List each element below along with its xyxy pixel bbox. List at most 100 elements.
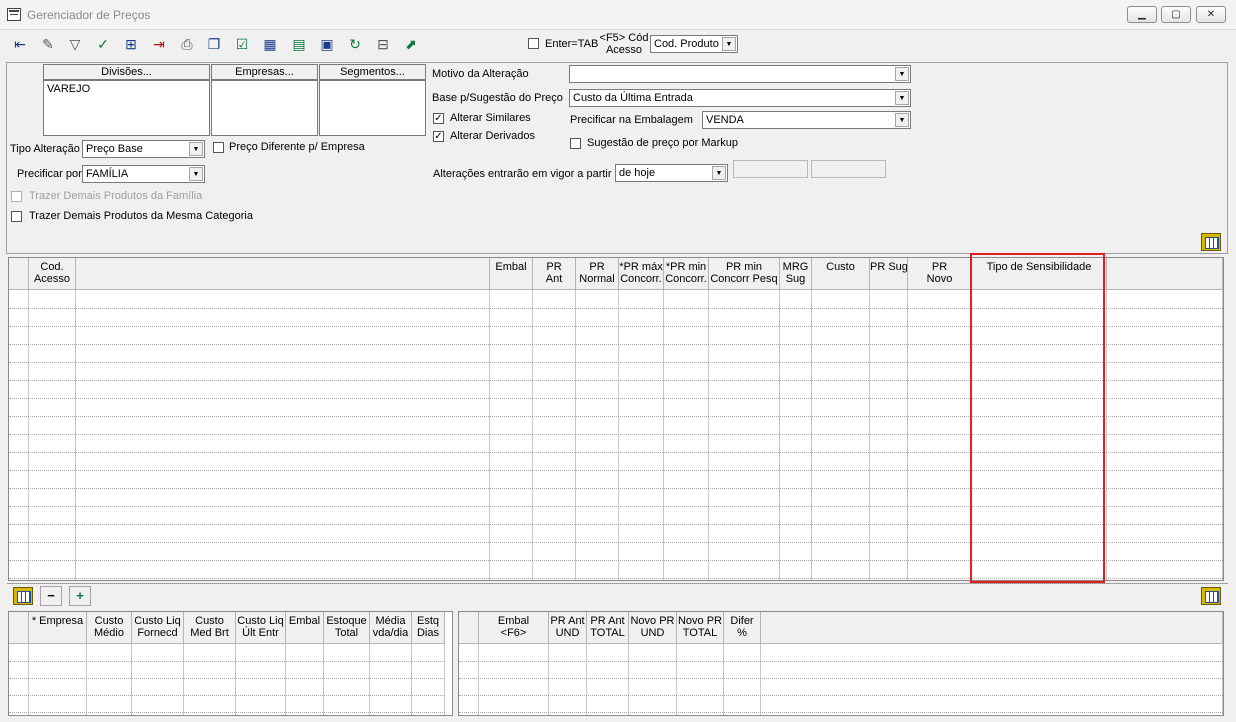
table-row[interactable] <box>9 712 445 713</box>
column-header[interactable]: PR Sug <box>870 258 908 290</box>
table-row[interactable] <box>459 695 1223 696</box>
column-header[interactable]: Média vda/dia <box>370 612 412 644</box>
column-header[interactable]: Novo PR TOTAL <box>677 612 724 644</box>
column-header[interactable]: PR Ant UND <box>549 612 587 644</box>
chevron-down-icon[interactable]: ▼ <box>895 113 909 127</box>
close-button[interactable]: ✕ <box>1196 6 1226 23</box>
spreadsheet-icon[interactable]: ▤ <box>287 32 311 56</box>
remove-row-button[interactable]: − <box>40 586 62 606</box>
maximize-button[interactable]: ▢ <box>1161 6 1191 23</box>
embalagem-price-grid[interactable]: Embal <F6> PR Ant UND PR Ant TOTAL Novo PR UND N… <box>458 611 1224 716</box>
column-header[interactable]: *PR min Concorr. <box>664 258 709 290</box>
column-header[interactable]: PR Novo <box>908 258 972 290</box>
checklist-icon[interactable]: ☑ <box>230 32 254 56</box>
alterar-derivados-checkbox[interactable]: ✓ <box>433 131 444 142</box>
alterar-similares-checkbox[interactable]: ✓ <box>433 113 444 124</box>
enter-tab-label: Enter=TAB <box>545 38 599 50</box>
eraser-icon[interactable]: ✎ <box>36 32 60 56</box>
grid-config-icon[interactable] <box>13 587 33 605</box>
chevron-down-icon[interactable]: ▼ <box>895 67 909 81</box>
print-icon[interactable]: ⎙ <box>175 32 199 56</box>
precificar-embalagem-select[interactable]: VENDA ▼ <box>702 111 911 129</box>
chevron-down-icon[interactable]: ▼ <box>722 37 736 51</box>
column-header[interactable]: Custo Liq Últ Entr <box>236 612 286 644</box>
minimize-button[interactable]: ▁ <box>1127 6 1157 23</box>
grid-config-icon[interactable] <box>1201 233 1221 251</box>
base-sugestao-select[interactable]: Custo da Última Entrada ▼ <box>569 89 911 107</box>
title-bar <box>0 0 1236 30</box>
export-item-icon[interactable]: ⇥ <box>147 32 171 56</box>
column-header[interactable]: * Empresa <box>29 612 87 644</box>
column-header[interactable]: Custo Liq Fornecd <box>132 612 184 644</box>
save-icon[interactable]: ▣ <box>315 32 339 56</box>
empresas-cost-grid[interactable]: * Empresa Custo Médio Custo Liq Fornecd Custo… <box>8 611 453 716</box>
column-header[interactable]: Embal <F6> <box>479 612 549 644</box>
column-header[interactable]: Custo <box>812 258 870 290</box>
cod-acesso-select[interactable]: Cod. Produto ▼ <box>650 35 738 53</box>
column-header[interactable]: MRG Sug <box>780 258 812 290</box>
table-row[interactable] <box>9 695 445 696</box>
table-row[interactable] <box>9 661 445 662</box>
column-header[interactable]: Cod. Acesso <box>29 258 76 290</box>
chart-icon[interactable]: ⬈ <box>399 32 423 56</box>
calendar-grid-icon[interactable]: ▦ <box>258 32 282 56</box>
motivo-select[interactable]: ▼ <box>569 65 911 83</box>
tipo-alteracao-select[interactable]: Preço Base ▼ <box>82 140 205 158</box>
table-row[interactable] <box>459 712 1223 713</box>
segmentos-header-button[interactable]: Segmentos... <box>319 64 426 80</box>
trazer-categoria-checkbox[interactable] <box>11 211 22 222</box>
column-header[interactable]: PR min Concorr Pesq <box>709 258 780 290</box>
column-divider <box>444 644 445 715</box>
copy-icon[interactable]: ❐ <box>202 32 226 56</box>
list-item[interactable]: VAREJO <box>47 83 206 95</box>
column-header[interactable]: Embal <box>286 612 324 644</box>
alteracoes-vigor-select[interactable]: de hoje ▼ <box>615 164 728 182</box>
precificar-por-label: Precificar por <box>17 168 82 180</box>
filter-check-icon[interactable]: ✓ <box>91 32 115 56</box>
divisoes-list[interactable]: VAREJO <box>43 80 210 136</box>
chevron-down-icon[interactable]: ▼ <box>189 142 203 156</box>
trazer-familia-label: Trazer Demais Produtos da Família <box>29 190 203 202</box>
column-header[interactable]: PR Normal <box>576 258 619 290</box>
date-from-field <box>733 160 808 178</box>
refresh-icon[interactable]: ↻ <box>343 32 367 56</box>
add-item-icon[interactable]: ⊞ <box>119 32 143 56</box>
empresas-header-button[interactable]: Empresas... <box>211 64 318 80</box>
divisoes-header-button[interactable]: Divisões... <box>43 64 210 80</box>
column-header[interactable]: Novo PR UND <box>629 612 677 644</box>
segmentos-list[interactable] <box>319 80 426 136</box>
column-header[interactable]: *PR máx Concorr. <box>619 258 664 290</box>
column-header[interactable] <box>76 258 490 290</box>
chevron-down-icon[interactable]: ▼ <box>895 91 909 105</box>
column-divider <box>235 644 236 715</box>
chevron-down-icon[interactable]: ▼ <box>189 167 203 181</box>
table-row[interactable] <box>459 661 1223 662</box>
column-header[interactable]: Custo Médio <box>87 612 132 644</box>
column-header[interactable]: Custo Med Brt <box>184 612 236 644</box>
precificar-por-select[interactable]: FAMÍLIA ▼ <box>82 165 205 183</box>
column-header[interactable]: Difer% <box>724 612 761 644</box>
chevron-down-icon[interactable]: ▼ <box>712 166 726 180</box>
column-header[interactable]: PR Ant TOTAL <box>587 612 629 644</box>
column-header[interactable] <box>761 612 1223 644</box>
add-row-button[interactable]: + <box>69 586 91 606</box>
filter-icon[interactable]: ▽ <box>63 32 87 56</box>
column-header[interactable]: PR Ant <box>533 258 576 290</box>
base-sugestao-value: Custo da Última Entrada <box>573 92 693 104</box>
grid-config-icon[interactable] <box>1201 587 1221 605</box>
calculator-icon[interactable]: ⊟ <box>371 32 395 56</box>
column-divider <box>285 644 286 715</box>
empresas-list[interactable] <box>211 80 318 136</box>
column-header[interactable]: Estoque Total <box>324 612 370 644</box>
exit-icon[interactable]: ⇤ <box>8 32 32 56</box>
column-header[interactable]: Estq Dias <box>412 612 445 644</box>
preco-diferente-checkbox[interactable] <box>213 142 224 153</box>
column-divider <box>779 290 780 580</box>
table-row[interactable] <box>9 678 445 679</box>
column-header[interactable]: Embal <box>490 258 533 290</box>
table-row[interactable] <box>459 678 1223 679</box>
enter-tab-checkbox[interactable] <box>528 38 539 49</box>
sugestao-markup-checkbox[interactable] <box>570 138 581 149</box>
column-header[interactable] <box>1107 258 1223 290</box>
grid-corner <box>9 258 29 290</box>
